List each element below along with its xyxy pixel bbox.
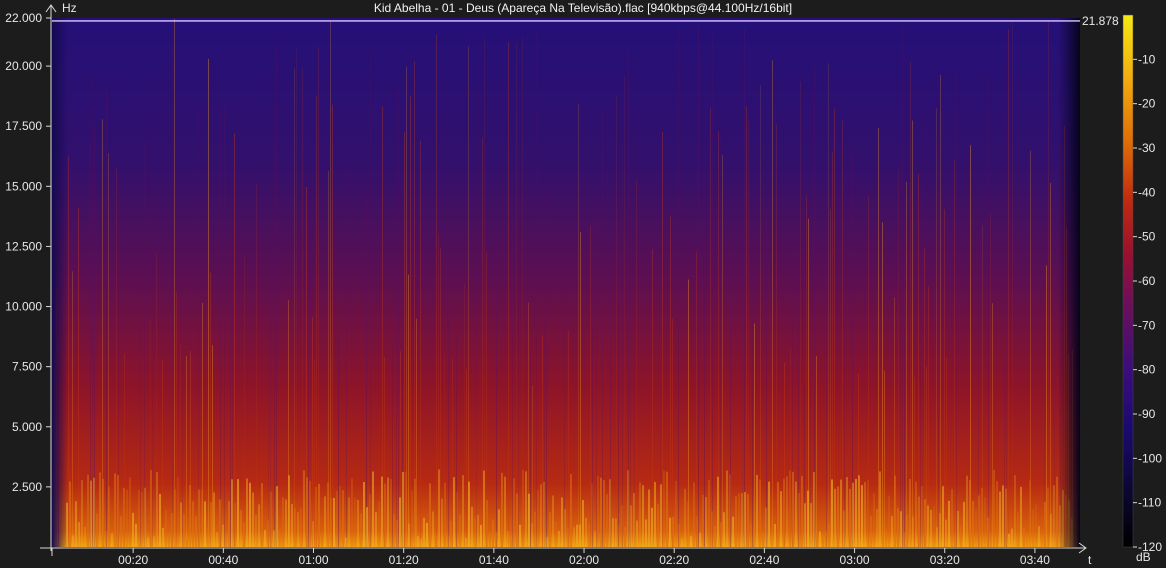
y-tick-label: 10.000 [5,300,42,314]
x-tick-label: 00:20 [118,553,148,567]
spectrogram-background [52,18,1080,547]
x-tick-label: 03:40 [1020,553,1050,567]
colorbar-tick-label: -50 [1138,230,1156,244]
colorbar-tick-label: -80 [1138,363,1156,377]
x-tick-label: 01:40 [479,553,509,567]
x-tick-label: 02:00 [569,553,599,567]
y-tick-label: 2.500 [12,480,42,494]
y-tick-label: 12.500 [5,239,42,253]
y-tick-label: 22.000 [5,11,42,25]
spectrogram-chart: 21.878 Hz 2.500 5.000 7.500 10.000 12.500 15.… [5,1,1162,567]
y-tick-label: 5.000 [12,420,42,434]
x-tick-label: 01:00 [298,553,328,567]
y-tick-label: 17.500 [5,119,42,133]
y-axis-label: Hz [62,1,77,15]
spectrogram-area [52,18,1080,548]
x-tick-label: 00:40 [208,553,238,567]
x-tick-label: 03:00 [840,553,870,567]
x-tick-label: 03:20 [930,553,960,567]
cutoff-marker-label: 21.878 [1082,14,1119,28]
colorbar-tick-label: -70 [1138,318,1156,332]
colorbar-tick-label: -90 [1138,407,1156,421]
colorbar-tick-label: -120 [1138,540,1162,554]
x-tick-label: 02:40 [749,553,779,567]
colorbar-tick-label: -10 [1138,52,1156,66]
y-tick-label: 20.000 [5,59,42,73]
x-axis-label: t [1088,553,1092,567]
y-tick-label: 15.000 [5,179,42,193]
x-tick-label: 02:20 [659,553,689,567]
colorbar-tick-label: -110 [1138,496,1161,510]
colorbar-tick-label: -60 [1138,274,1156,288]
colorbar-tick-label: -100 [1138,451,1162,465]
colorbar-tick-label: -20 [1138,97,1156,111]
y-tick-label: 7.500 [12,360,42,374]
x-tick-label: 01:20 [389,553,419,567]
colorbar-tick-label: -40 [1138,185,1156,199]
colorbar-tick-label: -30 [1138,141,1156,155]
